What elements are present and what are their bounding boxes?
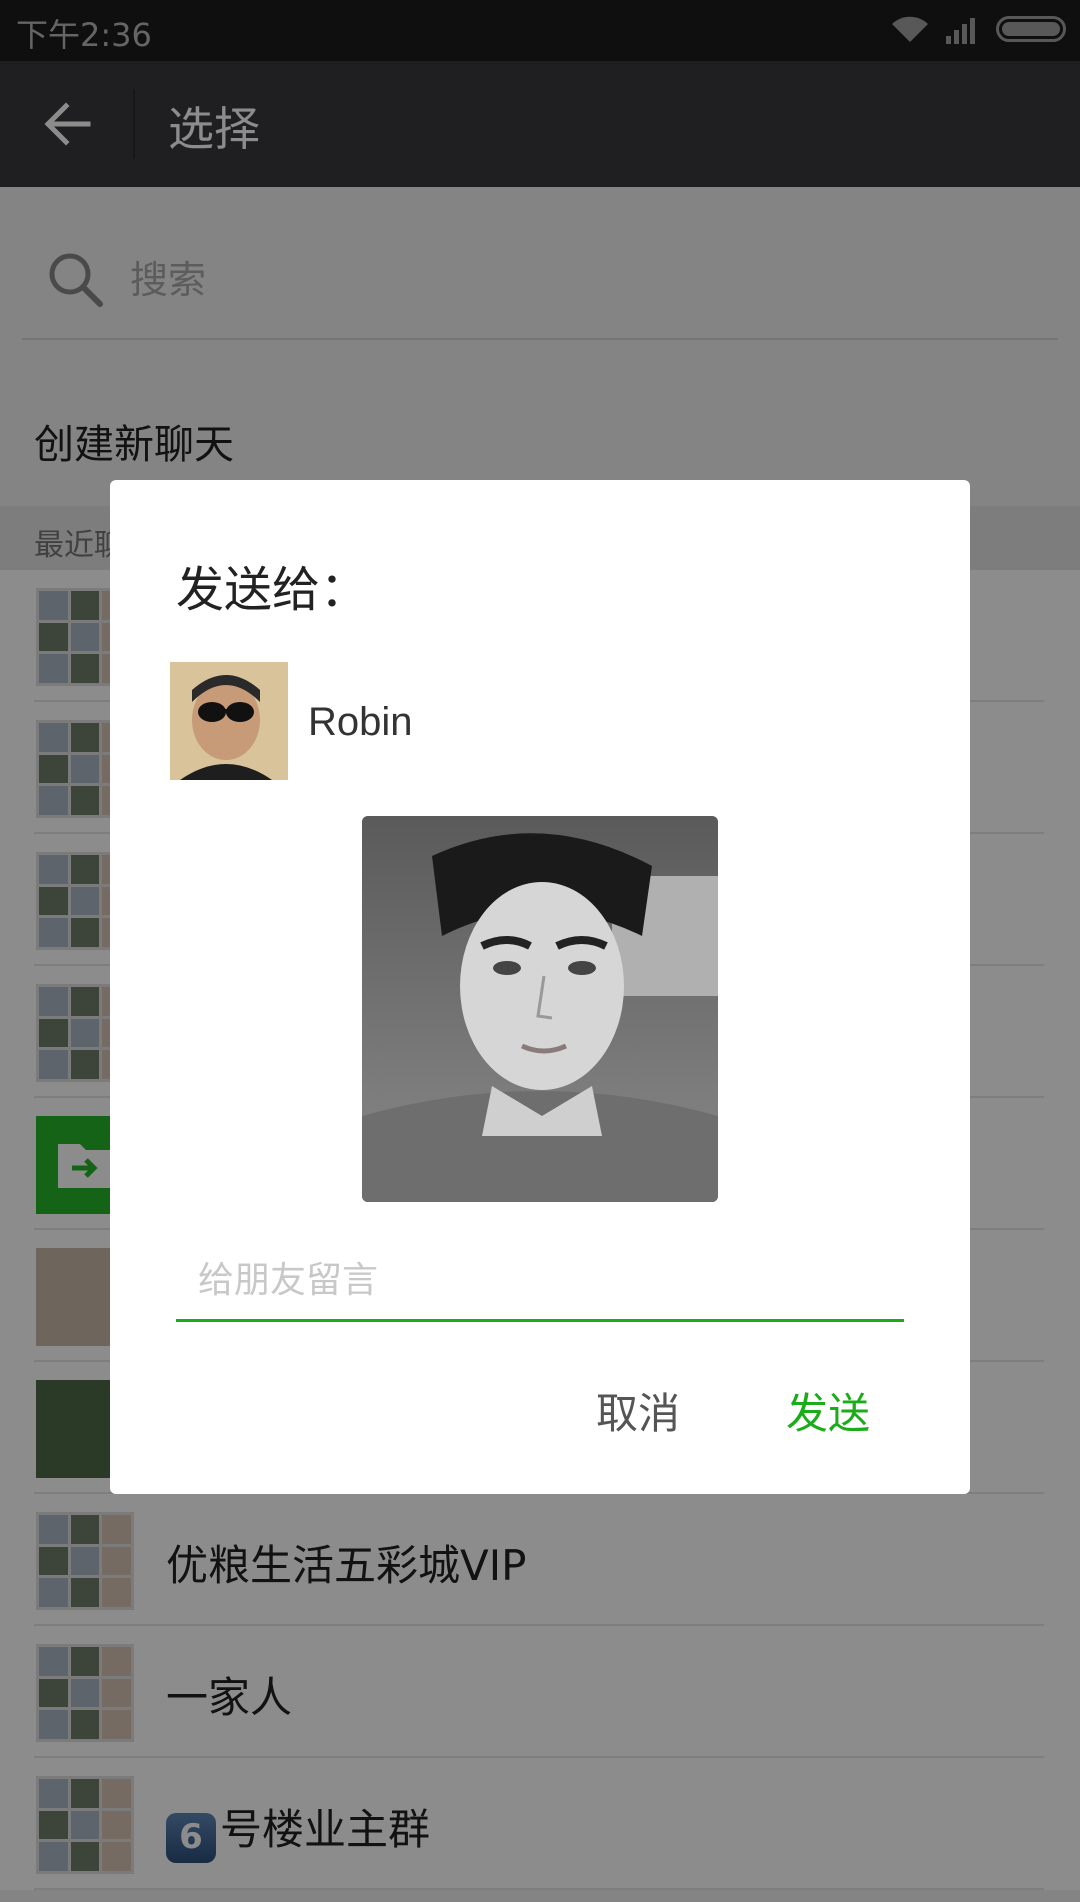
recipient-avatar (170, 662, 288, 780)
shared-image-preview (362, 816, 718, 1202)
dialog-title: 发送给： (176, 562, 369, 618)
send-button[interactable]: 发送 (786, 1380, 870, 1441)
cancel-button[interactable]: 取消 (596, 1380, 680, 1441)
recipient-name: Robin (308, 700, 413, 744)
send-to-dialog: 发送给： Robin 给朋友留言 取消 发送 (110, 480, 970, 1494)
message-input[interactable] (176, 1242, 904, 1322)
